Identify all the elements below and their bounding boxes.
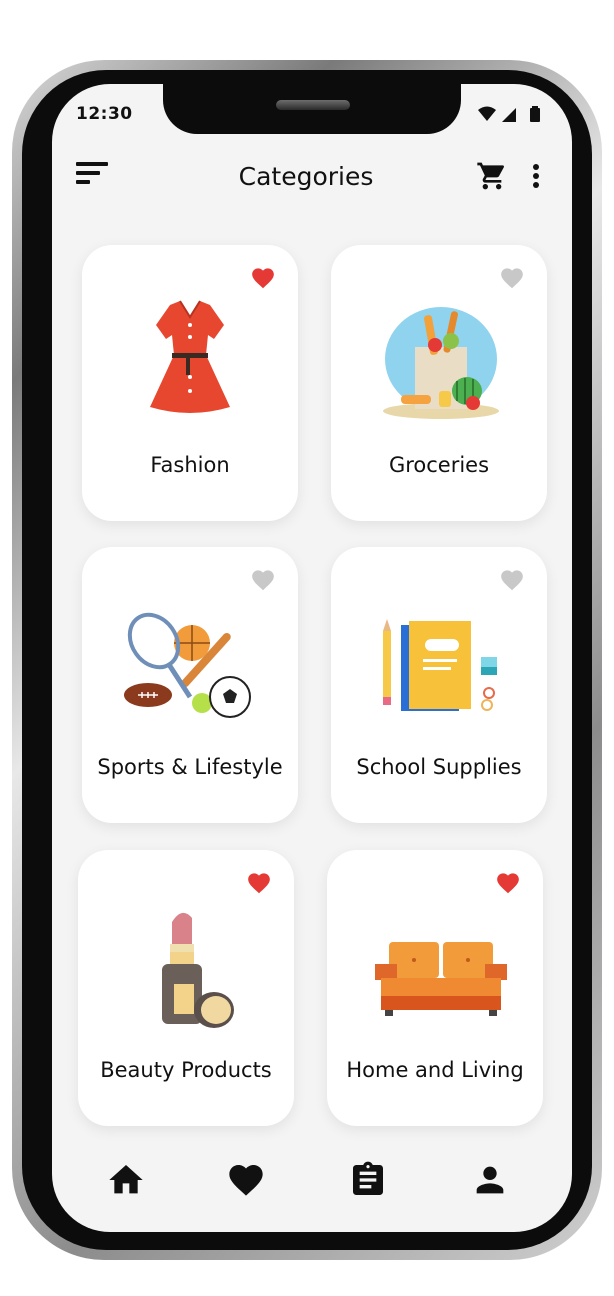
category-card-groceries[interactable]: Groceries — [331, 245, 547, 521]
favorite-heart-icon[interactable] — [495, 870, 521, 894]
category-card-fashion[interactable]: Fashion — [82, 245, 298, 521]
nav-favorites[interactable] — [226, 1160, 266, 1200]
favorite-heart-icon[interactable] — [499, 567, 525, 591]
battery-icon — [530, 106, 540, 122]
nav-profile[interactable] — [470, 1160, 510, 1200]
sports-balls-illustration — [124, 612, 251, 718]
category-label: Groceries — [388, 453, 490, 477]
more-options-button[interactable] — [524, 160, 548, 192]
clipboard-icon — [353, 1161, 383, 1195]
status-time: 12:30 — [76, 104, 133, 124]
sofa-illustration — [375, 942, 507, 1016]
heart-icon — [229, 1165, 263, 1196]
category-card-school-supplies[interactable]: School Supplies — [331, 547, 547, 823]
category-label: School Supplies — [356, 755, 522, 779]
cart-icon — [477, 162, 505, 190]
grocery-bag-illustration — [383, 307, 499, 419]
category-card-sports-lifestyle[interactable]: Sports & Lifestyle — [82, 547, 298, 823]
speaker-grille — [276, 100, 350, 110]
sort-menu-icon — [76, 162, 108, 184]
page-title: Categories — [238, 162, 374, 191]
favorite-heart-icon[interactable] — [250, 567, 276, 591]
nav-home[interactable] — [106, 1160, 146, 1200]
dress-illustration — [150, 300, 230, 413]
sort-menu-button[interactable] — [74, 160, 114, 190]
status-icons — [476, 104, 546, 126]
category-label: Sports & Lifestyle — [97, 755, 283, 779]
person-icon — [476, 1166, 504, 1194]
category-card-home-living[interactable]: Home and Living — [327, 850, 543, 1126]
category-card-beauty-products[interactable]: Beauty Products — [78, 850, 294, 1126]
cart-button[interactable] — [476, 160, 508, 192]
category-label: Beauty Products — [100, 1058, 272, 1082]
notebook-pencil-illustration — [383, 619, 497, 711]
bottom-navigation — [52, 1150, 572, 1220]
lipstick-illustration — [162, 912, 234, 1028]
home-icon — [109, 1165, 143, 1194]
favorite-heart-icon[interactable] — [246, 870, 272, 894]
signal-icon — [502, 108, 516, 122]
category-label: Fashion — [150, 453, 230, 477]
category-label: Home and Living — [346, 1058, 524, 1082]
favorite-heart-icon[interactable] — [250, 265, 276, 289]
wifi-icon — [478, 106, 496, 121]
favorite-heart-icon[interactable] — [499, 265, 525, 289]
nav-orders[interactable] — [348, 1160, 388, 1200]
more-vert-icon — [533, 164, 539, 188]
